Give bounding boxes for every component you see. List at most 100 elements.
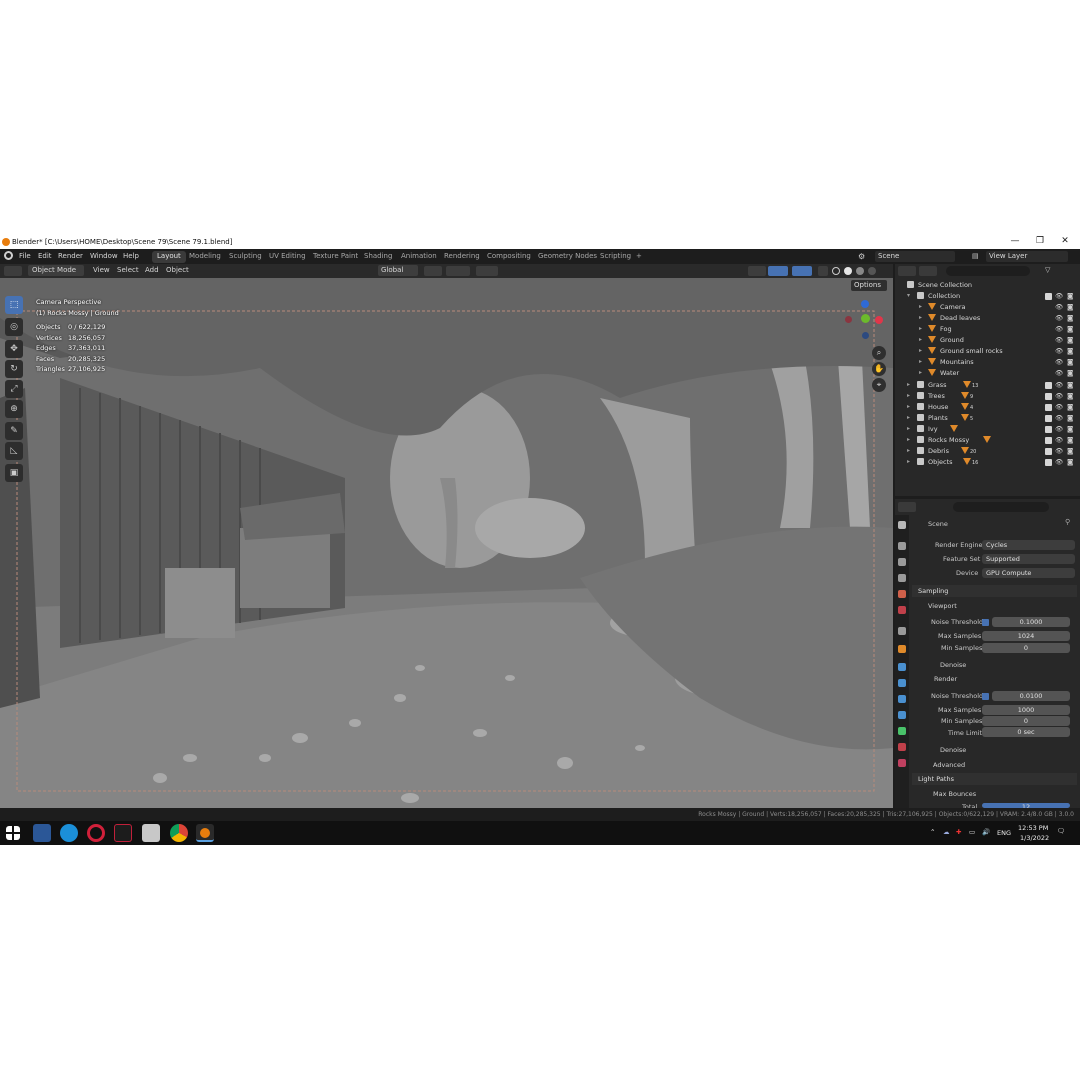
viewport-min-samples-field[interactable]: 0 xyxy=(982,643,1070,653)
menu-edit[interactable]: Edit xyxy=(38,252,52,260)
overlay-toggle[interactable] xyxy=(792,266,812,276)
x-axis-icon[interactable] xyxy=(875,316,883,324)
tab-shading[interactable]: Shading xyxy=(359,251,397,263)
eye-icon[interactable]: 👁 xyxy=(1055,425,1063,433)
gizmo-toggle[interactable] xyxy=(768,266,788,276)
camera-icon[interactable]: ◙ xyxy=(1067,436,1073,444)
options-button[interactable]: Options xyxy=(851,280,887,291)
minimize-button[interactable]: — xyxy=(1004,236,1026,248)
scene-tab-icon[interactable] xyxy=(898,590,906,598)
camera-icon[interactable]: ◙ xyxy=(1067,292,1073,300)
outliner-row-water[interactable]: ▸ Water 👁 ◙ xyxy=(895,368,1080,379)
tab-rendering[interactable]: Rendering xyxy=(439,251,485,263)
data-tab-icon[interactable] xyxy=(898,727,906,735)
outliner-row-fog[interactable]: ▸ Fog 👁 ◙ xyxy=(895,324,1080,335)
camera-icon[interactable]: ◙ xyxy=(1067,369,1073,377)
tab-geometry-nodes[interactable]: Geometry Nodes xyxy=(533,251,602,263)
properties-search-input[interactable] xyxy=(953,502,1049,512)
eye-icon[interactable]: 👁 xyxy=(1055,447,1063,455)
outliner-row-camera[interactable]: ▸ Camera 👁 ◙ xyxy=(895,302,1080,313)
camera-icon[interactable]: ◙ xyxy=(1067,325,1073,333)
menu-object[interactable]: Object xyxy=(166,266,189,274)
language-indicator[interactable]: ENG xyxy=(997,829,1011,837)
menu-render[interactable]: Render xyxy=(58,252,83,260)
editor-type-button[interactable] xyxy=(4,266,22,276)
render-subsection-header[interactable]: Render xyxy=(934,675,957,683)
render-noise-threshold-field[interactable]: 0.0100 xyxy=(992,691,1070,701)
file-explorer-icon[interactable] xyxy=(142,824,160,842)
feature-set-dropdown[interactable]: Supported xyxy=(982,554,1075,564)
material-shading-icon[interactable] xyxy=(856,267,864,275)
outliner-row-dead-leaves[interactable]: ▸ Dead leaves 👁 ◙ xyxy=(895,313,1080,324)
render-tab-icon[interactable] xyxy=(898,542,906,550)
notifications-icon[interactable]: 🗨 xyxy=(1057,827,1065,835)
tool-tab-icon[interactable] xyxy=(898,521,906,529)
tray-chevron-icon[interactable]: ⌃ xyxy=(930,828,935,836)
blender-taskbar-icon[interactable] xyxy=(196,824,214,842)
tab-uv-editing[interactable]: UV Editing xyxy=(264,251,311,263)
outliner-row-house[interactable]: ▸ House 4 👁 ◙ xyxy=(895,402,1080,413)
eye-icon[interactable]: 👁 xyxy=(1055,292,1063,300)
eye-icon[interactable]: 👁 xyxy=(1055,369,1063,377)
tab-layout[interactable]: Layout xyxy=(152,251,186,263)
eye-icon[interactable]: 👁 xyxy=(1055,358,1063,366)
eye-icon[interactable]: 👁 xyxy=(1055,303,1063,311)
tab-compositing[interactable]: Compositing xyxy=(482,251,536,263)
wireframe-shading-icon[interactable] xyxy=(832,267,840,275)
include-checkbox[interactable] xyxy=(1045,382,1052,389)
outliner-row-grass[interactable]: ▸ Grass 13 👁 ◙ xyxy=(895,380,1080,391)
denoise-subsection-header[interactable]: Denoise xyxy=(940,661,966,669)
neg-x-axis-icon[interactable] xyxy=(845,316,852,323)
eye-icon[interactable]: 👁 xyxy=(1055,381,1063,389)
camera-icon[interactable]: ◙ xyxy=(1067,347,1073,355)
pan-hand-icon[interactable]: ✋ xyxy=(872,362,886,376)
menu-window[interactable]: Window xyxy=(90,252,118,260)
move-tool[interactable]: ✥ xyxy=(5,340,23,358)
menu-file[interactable]: File xyxy=(19,252,31,260)
outliner-editor-type-button[interactable] xyxy=(898,266,916,276)
transform-tool[interactable]: ⊕ xyxy=(5,400,23,418)
eye-icon[interactable]: 👁 xyxy=(1055,392,1063,400)
include-checkbox[interactable] xyxy=(1045,404,1052,411)
solid-shading-icon[interactable] xyxy=(844,267,852,275)
scale-tool[interactable]: ⤢ xyxy=(5,380,23,398)
menu-help[interactable]: Help xyxy=(123,252,139,260)
edge-browser-icon[interactable] xyxy=(60,824,78,842)
outliner-row-ground-small-rocks[interactable]: ▸ Ground small rocks 👁 ◙ xyxy=(895,346,1080,357)
neg-z-axis-icon[interactable] xyxy=(862,332,869,339)
chrome-browser-icon[interactable] xyxy=(170,824,188,842)
outliner-search-input[interactable] xyxy=(946,266,1030,276)
y-axis-icon[interactable] xyxy=(861,314,870,323)
properties-editor-type-button[interactable] xyxy=(898,502,916,512)
visibility-button[interactable] xyxy=(748,266,766,276)
physics-tab-icon[interactable] xyxy=(898,695,906,703)
eye-icon[interactable]: 👁 xyxy=(1055,414,1063,422)
noise-threshold-checkbox[interactable] xyxy=(982,619,989,626)
volume-icon[interactable]: 🔊 xyxy=(982,828,990,836)
outliner-row-mountains[interactable]: ▸ Mountains 👁 ◙ xyxy=(895,357,1080,368)
camera-icon[interactable]: ◙ xyxy=(1067,303,1073,311)
camera-icon[interactable]: ◙ xyxy=(1067,358,1073,366)
include-checkbox[interactable] xyxy=(1045,448,1052,455)
eye-icon[interactable]: 👁 xyxy=(1055,436,1063,444)
camera-icon[interactable]: ◙ xyxy=(1067,381,1073,389)
camera-icon[interactable]: ◙ xyxy=(1067,392,1073,400)
outliner-row-rocks-mossy[interactable]: ▸ Rocks Mossy 👁 ◙ xyxy=(895,435,1080,446)
opera-browser-icon[interactable] xyxy=(87,824,105,842)
display-mode-button[interactable] xyxy=(919,266,937,276)
render-time-limit-field[interactable]: 0 sec xyxy=(982,727,1070,737)
view-layer-tab-icon[interactable] xyxy=(898,574,906,582)
cursor-tool[interactable]: ◎ xyxy=(5,318,23,336)
blender-menu-icon[interactable] xyxy=(4,251,13,260)
camera-icon[interactable]: ◙ xyxy=(1067,425,1073,433)
modifier-tab-icon[interactable] xyxy=(898,663,906,671)
onedrive-icon[interactable]: ☁ xyxy=(943,828,950,836)
proportional-edit-button[interactable] xyxy=(476,266,498,276)
eye-icon[interactable]: 👁 xyxy=(1055,403,1063,411)
tab-sculpting[interactable]: Sculpting xyxy=(224,251,267,263)
tab-modeling[interactable]: Modeling xyxy=(184,251,226,263)
output-tab-icon[interactable] xyxy=(898,558,906,566)
include-checkbox[interactable] xyxy=(1045,293,1052,300)
outliner-row-scene-collection[interactable]: Scene Collection xyxy=(895,280,1080,291)
menu-add[interactable]: Add xyxy=(145,266,159,274)
